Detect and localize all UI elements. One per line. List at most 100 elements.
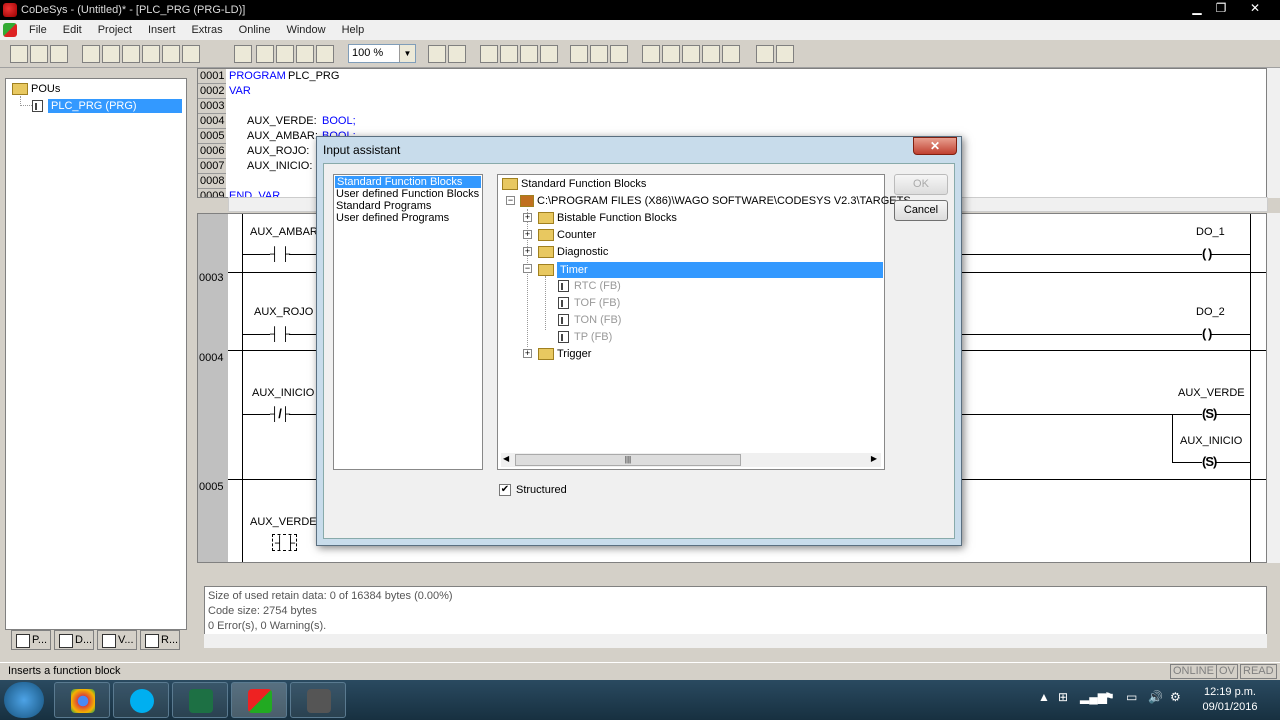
expand-icon[interactable]: + [523,247,532,256]
input-icon[interactable] [722,45,740,63]
skype-taskbar-button[interactable] [113,682,169,718]
chrome-taskbar-button[interactable] [54,682,110,718]
codesys-taskbar-button[interactable] [231,682,287,718]
dialog-close-button[interactable]: ✕ [913,137,957,155]
open-file-icon[interactable] [30,45,48,63]
line-icon[interactable] [756,45,774,63]
build-icon[interactable] [82,45,100,63]
document-icon[interactable] [3,23,17,37]
structured-checkbox[interactable]: ✔ [499,484,511,496]
parallel-contact-icon[interactable] [500,45,518,63]
menu-file[interactable]: File [21,24,55,36]
menu-project[interactable]: Project [90,24,140,36]
pou-item-plc-prg[interactable]: PLC_PRG (PRG) [32,99,182,113]
category-item[interactable]: Standard Programs [336,200,431,212]
volume-icon[interactable]: 🔊 [1148,690,1163,704]
contact-branch-icon[interactable] [540,45,558,63]
tree-folder-counter[interactable]: Counter [538,228,596,242]
scroll-thumb[interactable]: ||| [515,454,741,466]
tab-data-types[interactable]: D... [54,630,94,650]
menu-insert[interactable]: Insert [140,24,184,36]
category-item[interactable]: User defined Function Blocks [336,188,479,200]
network-icon[interactable]: ⚙ [1170,690,1181,704]
device-icon[interactable]: ▭ [1126,690,1137,704]
logout-icon[interactable] [142,45,160,63]
coil-icon[interactable] [570,45,588,63]
category-item[interactable]: User defined Programs [336,212,449,224]
tree-item-ton[interactable]: TON (FB) [558,313,621,327]
tree-folder-diagnostic[interactable]: Diagnostic [538,245,608,259]
fb-icon[interactable] [702,45,720,63]
coil-symbol[interactable]: ( ) [1202,246,1212,261]
contact-symbol[interactable]: ┤ ├ [270,246,290,261]
find-icon[interactable] [296,45,314,63]
tree-item-tof[interactable]: TOF (FB) [558,296,620,310]
jump-icon[interactable] [662,45,680,63]
set-coil-symbol[interactable]: (S) [1202,454,1217,469]
category-item[interactable]: Standard Function Blocks [335,176,481,188]
message-horizontal-scrollbar[interactable] [204,634,1267,648]
expand-icon[interactable]: + [523,230,532,239]
show-hidden-icons[interactable]: ▲ [1038,690,1050,704]
signal-icon[interactable]: ▂▄▆ [1080,690,1107,704]
expand-icon[interactable]: + [523,349,532,358]
contact-icon[interactable] [480,45,498,63]
set-coil-icon[interactable] [590,45,608,63]
collapse-icon[interactable]: − [523,264,532,273]
box-icon[interactable] [642,45,660,63]
tree-root[interactable]: Standard Function Blocks [502,177,646,191]
contact-symbol[interactable]: ┤ ├ [270,326,290,341]
negated-contact-icon[interactable] [520,45,538,63]
copy-icon[interactable] [256,45,274,63]
collapse-icon[interactable]: − [506,196,515,205]
comment-icon[interactable] [428,45,446,63]
app-taskbar-button[interactable] [290,682,346,718]
menu-extras[interactable]: Extras [183,24,230,36]
declaration-vertical-scrollbar[interactable] [1267,68,1280,198]
tree-folder-bistable[interactable]: Bistable Function Blocks [538,211,677,225]
menu-edit[interactable]: Edit [55,24,90,36]
tree-folder-trigger[interactable]: Trigger [538,347,591,361]
reset-coil-icon[interactable] [610,45,628,63]
menu-window[interactable]: Window [278,24,333,36]
login-icon[interactable] [122,45,140,63]
coil-symbol[interactable]: ( ) [1202,326,1212,341]
minimize-button[interactable]: ▁ [1184,0,1210,18]
tab-visualizations[interactable]: V... [97,630,137,650]
stop-icon[interactable] [102,45,120,63]
step-icon[interactable] [182,45,200,63]
find-next-icon[interactable] [316,45,334,63]
excel-taskbar-button[interactable] [172,682,228,718]
tab-pous[interactable]: P... [11,630,51,650]
tab-resources[interactable]: R... [140,630,180,650]
menu-online[interactable]: Online [231,24,279,36]
start-button[interactable] [4,682,44,718]
tree-path[interactable]: C:\PROGRAM FILES (X86)\WAGO SOFTWARE\COD… [520,194,911,208]
maximize-button[interactable]: ❐ [1208,0,1234,18]
tree-folder-timer[interactable]: Timer [538,262,884,278]
set-reset-icon[interactable] [776,45,794,63]
return-icon[interactable] [682,45,700,63]
set-coil-symbol[interactable]: (S) [1202,406,1217,421]
ok-button[interactable]: OK [894,174,948,195]
ladder-vertical-scrollbar[interactable] [1267,213,1280,563]
selected-contact-symbol[interactable]: ┤ ├ [272,534,298,551]
clock[interactable]: 12:19 p.m. 09/01/2016 [1198,685,1262,715]
tree-horizontal-scrollbar[interactable]: ◀ ||| ▶ [501,453,881,467]
negated-contact-symbol[interactable]: ┤/├ [270,406,290,421]
cut-icon[interactable] [234,45,252,63]
expand-icon[interactable]: + [523,213,532,222]
scroll-left-icon[interactable]: ◀ [503,454,509,463]
save-icon[interactable] [50,45,68,63]
close-button[interactable]: ✕ [1242,0,1268,18]
menu-help[interactable]: Help [334,24,373,36]
zoom-select[interactable]: 100 % ▼ [348,44,416,63]
pou-root[interactable]: POUs [12,83,60,96]
run-icon[interactable] [162,45,180,63]
flag-icon[interactable]: ⚑ [1104,690,1115,704]
chevron-down-icon[interactable]: ▼ [399,45,415,62]
windows-icon[interactable]: ⊞ [1058,690,1068,704]
scroll-right-icon[interactable]: ▶ [871,454,877,463]
cancel-button[interactable]: Cancel [894,200,948,221]
paste-icon[interactable] [276,45,294,63]
